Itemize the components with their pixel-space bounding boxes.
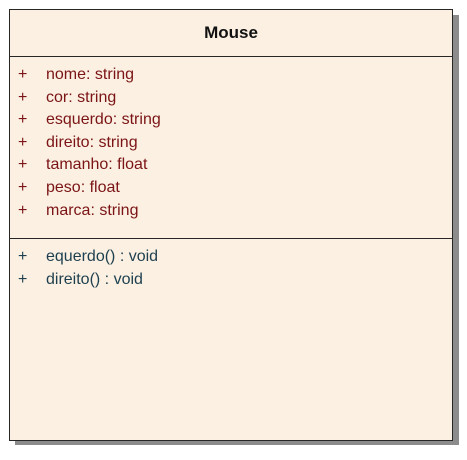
visibility-marker: + bbox=[18, 201, 28, 219]
attribute-row: + esquerdo: string bbox=[10, 109, 452, 132]
attribute-row: + peso: float bbox=[10, 177, 452, 200]
visibility-marker: + bbox=[18, 66, 28, 83]
attribute-text: cor: string bbox=[46, 88, 117, 106]
operation-text: direito() : void bbox=[46, 270, 143, 288]
operations-compartment: + equerdo() : void + direito() : void bbox=[10, 239, 452, 291]
class-name: Mouse bbox=[204, 23, 258, 42]
attribute-row: + nome: string bbox=[10, 64, 452, 87]
attribute-row: + marca: string bbox=[10, 200, 452, 223]
visibility-marker: + bbox=[18, 156, 28, 174]
diagram-canvas: Mouse + nome: string + cor: string + esq… bbox=[0, 0, 467, 460]
visibility-marker: + bbox=[18, 88, 28, 106]
attribute-text: peso: float bbox=[46, 178, 120, 196]
attribute-text: marca: string bbox=[46, 201, 139, 219]
attribute-text: tamanho: float bbox=[46, 156, 148, 174]
attribute-row: + tamanho: float bbox=[10, 154, 452, 177]
attribute-row: + cor: string bbox=[10, 87, 452, 110]
visibility-marker: + bbox=[18, 133, 28, 151]
visibility-marker: + bbox=[18, 111, 28, 129]
operation-row: + equerdo() : void bbox=[10, 246, 452, 269]
attribute-text: esquerdo: string bbox=[46, 111, 161, 129]
class-name-compartment: Mouse bbox=[10, 10, 452, 57]
operation-row: + direito() : void bbox=[10, 269, 452, 292]
attribute-row: + direito: string bbox=[10, 132, 452, 155]
attributes-compartment: + nome: string + cor: string + esquerdo:… bbox=[10, 57, 452, 239]
visibility-marker: + bbox=[18, 178, 28, 196]
attribute-text: nome: string bbox=[46, 66, 135, 83]
operation-text: equerdo() : void bbox=[46, 248, 159, 265]
visibility-marker: + bbox=[18, 248, 28, 265]
visibility-marker: + bbox=[18, 270, 28, 288]
attribute-text: direito: string bbox=[46, 133, 138, 151]
uml-class-box[interactable]: Mouse + nome: string + cor: string + esq… bbox=[9, 9, 453, 441]
